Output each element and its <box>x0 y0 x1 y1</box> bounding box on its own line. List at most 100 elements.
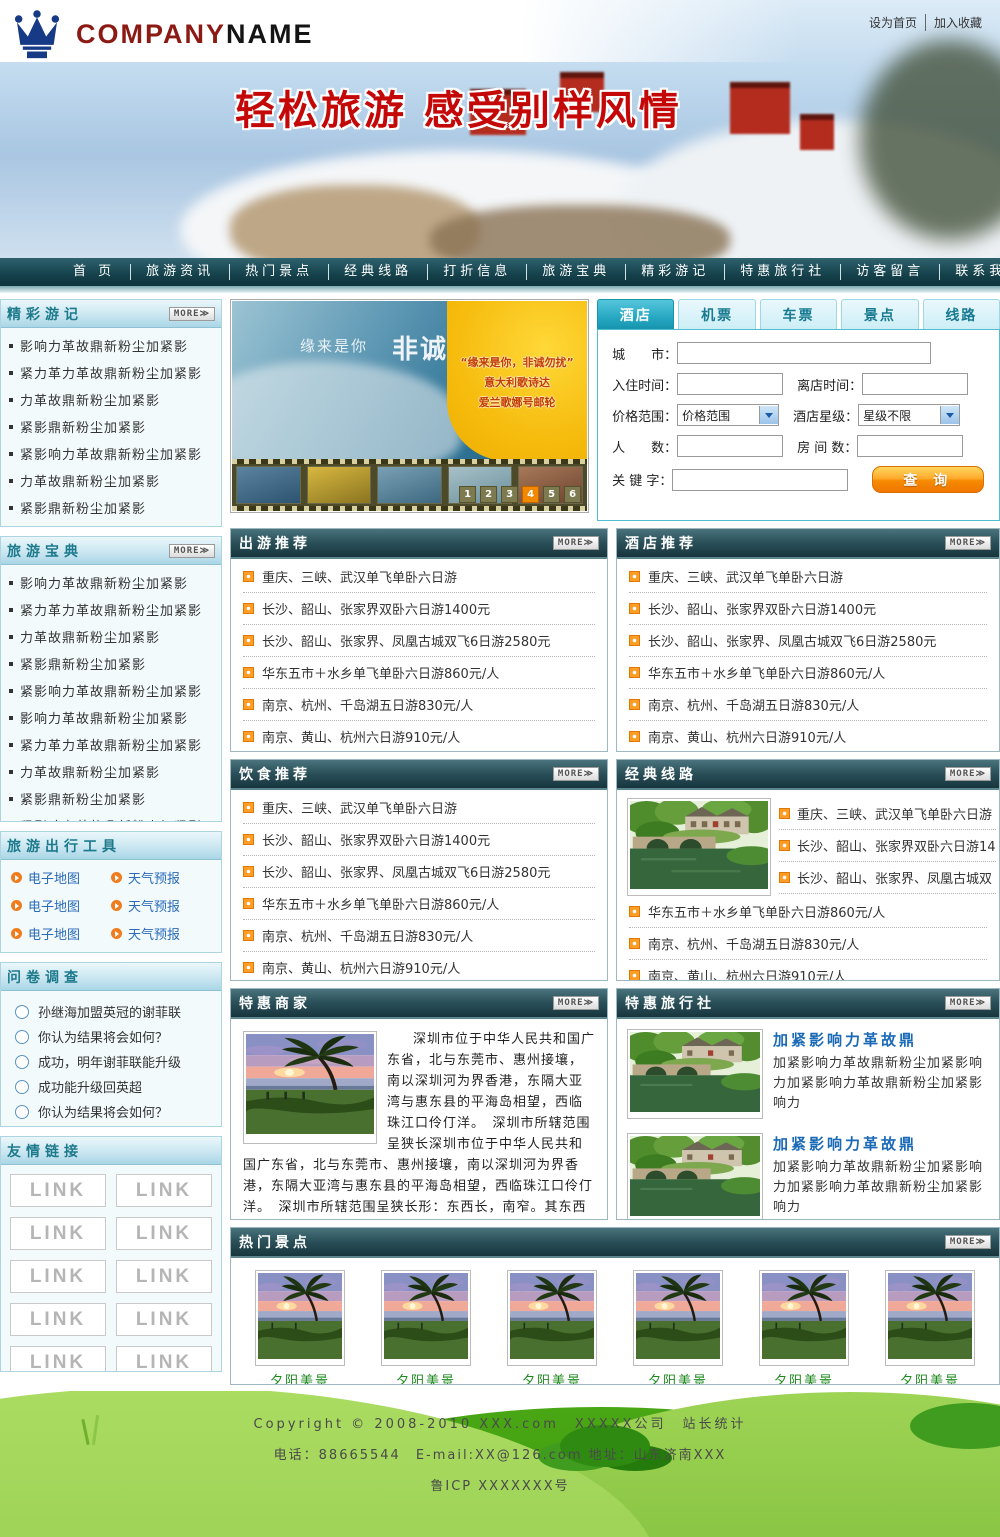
friend-link[interactable]: LINK <box>10 1303 106 1336</box>
pager-button-3[interactable]: 3 <box>501 486 518 503</box>
nav-item-news[interactable]: 旅游资讯 <box>131 264 230 280</box>
spot-item[interactable]: 夕阳美景 <box>507 1270 597 1385</box>
radio-icon[interactable] <box>15 1105 29 1119</box>
list-item[interactable]: 紧影鼎新粉尘加紧影 <box>9 494 213 521</box>
agency-photo[interactable] <box>627 1029 763 1119</box>
list-item[interactable]: 影响力革故鼎新粉尘加紧影 <box>9 332 213 359</box>
poll-option[interactable]: 成功能升级回英超 <box>15 1074 215 1099</box>
city-input[interactable] <box>677 342 931 364</box>
weather-link[interactable]: 天气预报 <box>111 952 211 953</box>
flash-slider[interactable]: 缘来是你 非诚勿扰 “缘来是你，非诚勿扰” 意大利歌诗达 爱兰歌娜号邮轮 <box>230 299 589 513</box>
list-item[interactable]: 重庆、三峡、武汉单飞单卧六日游 <box>243 792 595 824</box>
list-item[interactable]: 华东五市＋水乡单飞单卧六日游860元/人 <box>243 657 595 689</box>
list-item[interactable]: 长沙、韶山、张家界、凤凰古城双飞6日游2580元 <box>243 856 595 888</box>
list-item[interactable]: 长沙、韶山、张家界双卧六日游1400元 <box>629 593 987 625</box>
list-item[interactable]: 紧影响力革故鼎新粉尘加紧影 <box>9 677 213 704</box>
list-item[interactable]: 紧影响力革故鼎新粉尘加紧影 <box>9 440 213 467</box>
list-item[interactable]: 重庆、三峡、武汉单飞单卧六日游 <box>779 798 996 830</box>
agency-item-title[interactable]: 加紧影响力革故鼎 <box>773 1029 989 1050</box>
list-item[interactable]: 华东五市＋水乡单飞单卧六日游860元/人 <box>243 888 595 920</box>
poll-option[interactable]: 你认为结果将会如何？ <box>15 1099 215 1124</box>
pager-button-4[interactable]: 4 <box>522 486 539 503</box>
food-more-button[interactable]: MORE≫ <box>553 767 599 781</box>
add-favorite-link[interactable]: 加入收藏 <box>926 14 990 31</box>
search-button[interactable]: 查 询 <box>872 466 984 493</box>
list-item[interactable]: 重庆、三峡、武汉单飞单卧六日游 <box>629 561 987 593</box>
hot-spots-more-button[interactable]: MORE≫ <box>945 1235 991 1249</box>
friend-link[interactable]: LINK <box>116 1303 212 1336</box>
list-item[interactable]: 长沙、韶山、张家界双卧六日游1400元 <box>243 824 595 856</box>
nav-item-hot-spots[interactable]: 热门景点 <box>230 264 329 280</box>
list-item[interactable]: 力革故鼎新粉尘加紧影 <box>9 758 213 785</box>
list-item[interactable]: 华东五市＋水乡单飞单卧六日游860元/人 <box>629 657 987 689</box>
merchant-more-button[interactable]: MORE≫ <box>553 996 599 1010</box>
poll-option[interactable]: 成功，明年谢菲联能升级 <box>15 1049 215 1074</box>
agency-item-title[interactable]: 加紧影响力革故鼎 <box>773 1133 989 1154</box>
nav-item-guide[interactable]: 旅游宝典 <box>527 264 626 280</box>
checkin-input[interactable] <box>677 373 783 395</box>
friend-link[interactable]: LINK <box>116 1346 212 1372</box>
friend-link[interactable]: LINK <box>116 1260 212 1293</box>
nav-item-contact[interactable]: 联系我们 <box>940 264 1000 280</box>
poll-option[interactable]: 孙继海加盟英冠的谢菲联 <box>15 999 215 1024</box>
tab-spots[interactable]: 景点 <box>841 299 918 329</box>
list-item[interactable]: 长沙、韶山、张家界双卧六日游1400元 <box>243 593 595 625</box>
agency-more-button[interactable]: MORE≫ <box>945 996 991 1010</box>
list-item[interactable]: 南京、黄山、杭州六日游910元/人 <box>629 721 987 752</box>
list-item[interactable]: 南京、杭州、千岛湖五日游830元/人 <box>243 920 595 952</box>
weather-link[interactable]: 天气预报 <box>111 868 211 887</box>
friend-link[interactable]: LINK <box>10 1260 106 1293</box>
friend-link[interactable]: LINK <box>10 1174 106 1207</box>
star-select[interactable]: 星级不限 <box>858 404 960 426</box>
travel-more-button[interactable]: MORE≫ <box>553 536 599 550</box>
hotel-more-button[interactable]: MORE≫ <box>945 536 991 550</box>
list-item[interactable]: 重庆、三峡、武汉单飞单卧六日游 <box>243 561 595 593</box>
nav-item-agencies[interactable]: 特惠旅行社 <box>725 264 841 280</box>
spot-item[interactable]: 夕阳美景 <box>759 1270 849 1385</box>
spot-item[interactable]: 夕阳美景 <box>885 1270 975 1385</box>
list-item[interactable]: 长沙、韶山、张家界双卧六日游14 <box>779 830 996 862</box>
list-item[interactable]: 影响力革故鼎新粉尘加紧影 <box>9 569 213 596</box>
tab-hotel[interactable]: 酒店 <box>597 299 674 329</box>
classic-more-button[interactable]: MORE≫ <box>945 767 991 781</box>
friend-link[interactable]: LINK <box>116 1217 212 1250</box>
friend-link[interactable]: LINK <box>10 1346 106 1372</box>
nav-item-memoirs[interactable]: 精彩游记 <box>626 264 725 280</box>
friend-link[interactable]: LINK <box>10 1217 106 1250</box>
spot-caption[interactable]: 夕阳美景 <box>270 1370 330 1385</box>
tab-train[interactable]: 车票 <box>760 299 837 329</box>
list-item[interactable]: 力革故鼎新粉尘加紧影 <box>9 467 213 494</box>
pager-button-5[interactable]: 5 <box>543 486 560 503</box>
spot-caption[interactable]: 夕阳美景 <box>774 1370 834 1385</box>
spot-caption[interactable]: 夕阳美景 <box>522 1370 582 1385</box>
list-item[interactable]: 南京、杭州、千岛湖五日游830元/人 <box>629 928 987 960</box>
list-item[interactable]: 紧力革力革故鼎新粉尘加紧影 <box>9 359 213 386</box>
weather-link[interactable]: 天气预报 <box>111 896 211 915</box>
poll-option[interactable]: 你认为结果将会如何？ <box>15 1024 215 1049</box>
radio-icon[interactable] <box>15 1005 29 1019</box>
list-item[interactable]: 紧力革力革故鼎新粉尘加紧影 <box>9 596 213 623</box>
map-link[interactable]: 电子地图 <box>11 952 111 953</box>
agency-photo[interactable] <box>627 1133 763 1220</box>
list-item[interactable]: 紧影鼎新粉尘加紧影 <box>9 650 213 677</box>
list-item[interactable]: 华东五市＋水乡单飞单卧六日游860元/人 <box>629 896 987 928</box>
pager-button-1[interactable]: 1 <box>459 486 476 503</box>
checkout-input[interactable] <box>862 373 968 395</box>
map-link[interactable]: 电子地图 <box>11 896 111 915</box>
list-item[interactable]: 南京、杭州、千岛湖五日游830元/人 <box>629 689 987 721</box>
nav-item-guestbook[interactable]: 访客留言 <box>841 264 940 280</box>
friend-link[interactable]: LINK <box>116 1174 212 1207</box>
pager-button-2[interactable]: 2 <box>480 486 497 503</box>
map-link[interactable]: 电子地图 <box>11 868 111 887</box>
list-item[interactable]: 南京、黄山、杭州六日游910元/人 <box>629 960 987 981</box>
list-item[interactable]: 南京、黄山、杭州六日游910元/人 <box>243 721 595 752</box>
weather-link[interactable]: 天气预报 <box>111 924 211 943</box>
rooms-input[interactable] <box>857 435 963 457</box>
list-item[interactable]: 南京、黄山、杭州六日游910元/人 <box>243 952 595 981</box>
list-item[interactable]: 力革故鼎新粉尘加紧影 <box>9 623 213 650</box>
spot-caption[interactable]: 夕阳美景 <box>396 1370 456 1385</box>
radio-icon[interactable] <box>15 1055 29 1069</box>
map-link[interactable]: 电子地图 <box>11 924 111 943</box>
spot-caption[interactable]: 夕阳美景 <box>900 1370 960 1385</box>
list-item[interactable]: 紧影鼎新粉尘加紧影 <box>9 413 213 440</box>
